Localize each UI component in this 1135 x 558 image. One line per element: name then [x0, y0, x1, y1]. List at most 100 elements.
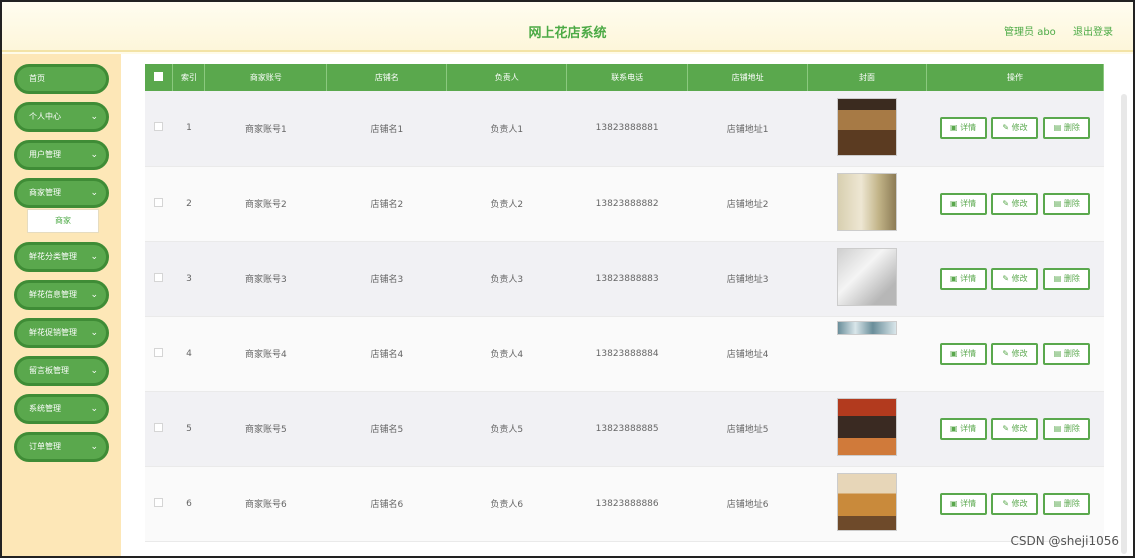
row-checkbox[interactable]	[154, 497, 164, 507]
cell-shop: 店铺名2	[326, 166, 447, 242]
delete-button[interactable]: ▤ 删除	[1043, 342, 1091, 365]
cell-actions: ▣ 详情 ✎ 修改 ▤ 删除	[926, 91, 1104, 167]
sidebar-item-label: 订单管理	[29, 442, 61, 451]
table-row: 6 商家账号6 店铺名6 负责人6 13823888886 店铺地址6 ▣ 详情…	[145, 466, 1104, 542]
column-header-index: 索引	[172, 64, 206, 91]
chevron-down-icon: ⌄	[90, 252, 98, 262]
delete-button[interactable]: ▤ 删除	[1043, 117, 1091, 140]
detail-icon: ▣	[950, 123, 961, 133]
sidebar-item-flower-promo[interactable]: 鲜花促销管理 ⌄	[14, 318, 109, 348]
chevron-down-icon: ⌄	[90, 112, 98, 122]
row-select[interactable]	[145, 391, 173, 467]
detail-button[interactable]: ▣ 详情	[939, 192, 987, 215]
sidebar-item-label: 留言板管理	[29, 366, 69, 375]
merchant-table: 索引 商家账号 店铺名 负责人 联系电话 店铺地址 封面 操作 1 商家账号1 …	[145, 64, 1105, 542]
cell-address: 店铺地址2	[687, 166, 808, 242]
cell-address: 店铺地址6	[687, 466, 808, 542]
sidebar-item-flower-category[interactable]: 鲜花分类管理 ⌄	[14, 242, 109, 272]
column-header-cover: 封面	[807, 64, 927, 91]
cover-image	[837, 97, 897, 156]
row-select[interactable]	[145, 91, 173, 167]
row-checkbox[interactable]	[154, 122, 164, 132]
sidebar-item-system[interactable]: 系统管理 ⌄	[14, 394, 109, 424]
edit-button[interactable]: ✎ 修改	[991, 417, 1039, 440]
row-checkbox[interactable]	[154, 272, 164, 282]
cover-image	[837, 173, 897, 231]
delete-button[interactable]: ▤ 删除	[1043, 192, 1091, 215]
sidebar-item-flower-info[interactable]: 鲜花信息管理 ⌄	[14, 280, 109, 310]
chevron-down-icon: ⌄	[90, 150, 98, 160]
cell-index: 3	[172, 241, 205, 317]
cell-owner: 负责人5	[446, 391, 567, 467]
select-all-checkbox[interactable]	[154, 72, 164, 81]
chevron-down-icon: ⌄	[90, 188, 98, 198]
cell-cover	[807, 316, 927, 392]
main-content: 索引 商家账号 店铺名 负责人 联系电话 店铺地址 封面 操作 1 商家账号1 …	[121, 54, 1133, 556]
row-select[interactable]	[145, 466, 173, 542]
sidebar-item-home[interactable]: 首页	[14, 64, 109, 94]
column-header-owner: 负责人	[446, 64, 568, 91]
cell-phone: 13823888882	[566, 166, 688, 242]
trash-icon: ▤	[1053, 273, 1064, 283]
trash-icon: ▤	[1053, 423, 1064, 433]
trash-icon: ▤	[1053, 498, 1064, 508]
row-select[interactable]	[145, 316, 173, 392]
sidebar-subitem-merchant[interactable]: 商家	[27, 209, 99, 233]
delete-button[interactable]: ▤ 删除	[1043, 267, 1091, 290]
sidebar-item-users[interactable]: 用户管理 ⌄	[14, 140, 109, 170]
cell-shop: 店铺名1	[326, 91, 447, 167]
edit-icon: ✎	[1002, 273, 1012, 283]
cell-shop: 店铺名3	[326, 241, 447, 317]
cell-owner: 负责人3	[446, 241, 567, 317]
row-select[interactable]	[145, 241, 173, 317]
cell-owner: 负责人6	[446, 466, 567, 542]
chevron-down-icon: ⌄	[90, 290, 98, 300]
cover-image	[837, 473, 897, 531]
cell-phone: 13823888884	[566, 316, 688, 392]
cell-index: 2	[172, 166, 205, 242]
cell-phone: 13823888881	[566, 91, 688, 167]
cell-account: 商家账号4	[204, 316, 327, 392]
top-header: 网上花店系统 管理员 abo 退出登录	[2, 2, 1133, 52]
edit-icon: ✎	[1002, 498, 1012, 508]
delete-button[interactable]: ▤ 删除	[1043, 492, 1091, 515]
delete-button[interactable]: ▤ 删除	[1043, 417, 1091, 440]
select-all-header[interactable]	[145, 64, 174, 91]
sidebar-item-orders[interactable]: 订单管理 ⌄	[14, 432, 109, 462]
detail-button[interactable]: ▣ 详情	[939, 417, 987, 440]
cell-owner: 负责人2	[446, 166, 567, 242]
edit-button[interactable]: ✎ 修改	[991, 117, 1039, 140]
cell-shop: 店铺名5	[326, 391, 447, 467]
column-header-account: 商家账号	[204, 64, 328, 91]
row-checkbox[interactable]	[154, 347, 164, 357]
row-checkbox[interactable]	[154, 197, 164, 207]
table-row: 5 商家账号5 店铺名5 负责人5 13823888885 店铺地址5 ▣ 详情…	[145, 391, 1104, 467]
sidebar-item-label: 用户管理	[29, 150, 61, 159]
detail-button[interactable]: ▣ 详情	[939, 342, 987, 365]
chevron-down-icon: ⌄	[90, 366, 98, 376]
chevron-down-icon: ⌄	[90, 404, 98, 414]
cell-cover	[807, 241, 927, 317]
edit-button[interactable]: ✎ 修改	[991, 267, 1039, 290]
edit-button[interactable]: ✎ 修改	[991, 342, 1039, 365]
logout-link[interactable]: 退出登录	[1073, 27, 1113, 38]
edit-icon: ✎	[1002, 123, 1012, 133]
row-select[interactable]	[145, 166, 173, 242]
sidebar-item-message-board[interactable]: 留言板管理 ⌄	[14, 356, 109, 386]
edit-icon: ✎	[1002, 423, 1012, 433]
cell-account: 商家账号2	[204, 166, 327, 242]
edit-button[interactable]: ✎ 修改	[991, 492, 1039, 515]
detail-button[interactable]: ▣ 详情	[939, 492, 987, 515]
sidebar-item-merchants[interactable]: 商家管理 ⌄	[14, 178, 109, 208]
cell-address: 店铺地址3	[687, 241, 808, 317]
row-checkbox[interactable]	[154, 422, 164, 432]
cell-actions: ▣ 详情 ✎ 修改 ▤ 删除	[926, 316, 1104, 392]
edit-button[interactable]: ✎ 修改	[991, 192, 1039, 215]
detail-button[interactable]: ▣ 详情	[939, 117, 987, 140]
detail-button[interactable]: ▣ 详情	[939, 267, 987, 290]
trash-icon: ▤	[1053, 348, 1064, 358]
edit-icon: ✎	[1002, 198, 1012, 208]
sidebar-item-profile[interactable]: 个人中心 ⌄	[14, 102, 109, 132]
sidebar-item-label: 首页	[29, 74, 45, 83]
vertical-scrollbar[interactable]	[1121, 94, 1127, 554]
